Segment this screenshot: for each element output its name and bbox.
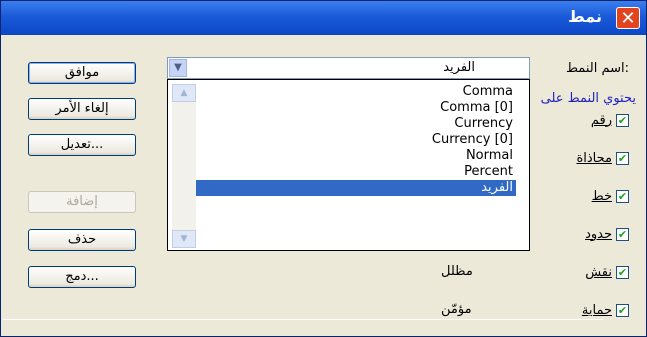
add-button[interactable]: إضافة xyxy=(28,191,136,213)
checkbox-label: حدود xyxy=(585,226,612,242)
close-icon[interactable]: ✕ xyxy=(616,7,640,29)
checkmark-icon[interactable]: ✔ xyxy=(616,303,629,317)
checkbox-row[interactable]: محاذاة ✔ xyxy=(576,149,629,167)
chevron-down-icon[interactable]: ▼ xyxy=(169,59,187,77)
checkbox-row[interactable]: حماية ✔ xyxy=(582,301,629,319)
divider xyxy=(3,319,603,320)
scroll-up-icon[interactable]: ▲ xyxy=(172,84,196,102)
title-bar: نمط ✕ xyxy=(1,1,646,35)
dropdown-item[interactable]: Comma [0] xyxy=(196,100,516,116)
style-dialog: نمط ✕ موافق إلغاء الأمر تعديل... إضافة ح… xyxy=(0,0,647,337)
checkbox-row[interactable]: نقش ✔ xyxy=(585,263,629,281)
checkmark-icon[interactable]: ✔ xyxy=(616,227,629,241)
checkmark-icon[interactable]: ✔ xyxy=(616,265,629,279)
ok-button[interactable]: موافق xyxy=(28,62,136,84)
scroll-down-icon[interactable]: ▼ xyxy=(172,230,196,248)
cancel-button[interactable]: إلغاء الأمر xyxy=(28,98,136,120)
checkbox-label: محاذاة xyxy=(576,150,612,166)
checkbox-row[interactable]: حدود ✔ xyxy=(585,225,629,243)
dropdown-item[interactable]: Percent xyxy=(196,164,516,180)
dropdown-scrollbar[interactable]: ▲ ▼ xyxy=(172,84,196,248)
includes-label: يحتوي النمط على xyxy=(540,91,636,106)
checkmark-icon[interactable]: ✔ xyxy=(616,113,629,127)
dropdown-item[interactable]: Comma xyxy=(196,84,516,100)
style-name-value: الفريد xyxy=(443,60,475,75)
checkbox-detail: مظلل xyxy=(441,264,473,279)
dropdown-item[interactable]: الفريد xyxy=(196,180,516,196)
delete-button[interactable]: حذف xyxy=(28,229,136,251)
checkbox-label: خط xyxy=(591,188,612,204)
merge-button[interactable]: دمج... xyxy=(28,266,136,288)
checkbox-row[interactable]: رقم ✔ xyxy=(591,111,629,129)
dropdown-item[interactable]: Currency xyxy=(196,116,516,132)
dropdown-item[interactable]: Currency [0] xyxy=(196,132,516,148)
checkbox-label: رقم xyxy=(590,112,612,128)
style-name-combobox[interactable]: ▼ الفريد xyxy=(167,57,530,79)
dropdown-items: Comma Comma [0] Currency Currency [0] Normal… xyxy=(196,84,516,196)
checkmark-icon[interactable]: ✔ xyxy=(616,151,629,165)
checkbox-detail: مؤمّن xyxy=(441,302,472,317)
checkbox-label: نقش xyxy=(585,264,612,280)
checkbox-label: حماية xyxy=(581,302,612,318)
dropdown-item[interactable]: Normal xyxy=(196,148,516,164)
checkmark-icon[interactable]: ✔ xyxy=(616,189,629,203)
modify-button[interactable]: تعديل... xyxy=(28,134,136,156)
checkbox-row[interactable]: خط ✔ xyxy=(592,187,629,205)
style-name-label: اسم النمط: xyxy=(565,61,629,76)
window-title: نمط xyxy=(568,7,602,26)
style-dropdown-list[interactable]: ▲ ▼ Comma Comma [0] Currency Currency [0] No… xyxy=(167,79,530,251)
